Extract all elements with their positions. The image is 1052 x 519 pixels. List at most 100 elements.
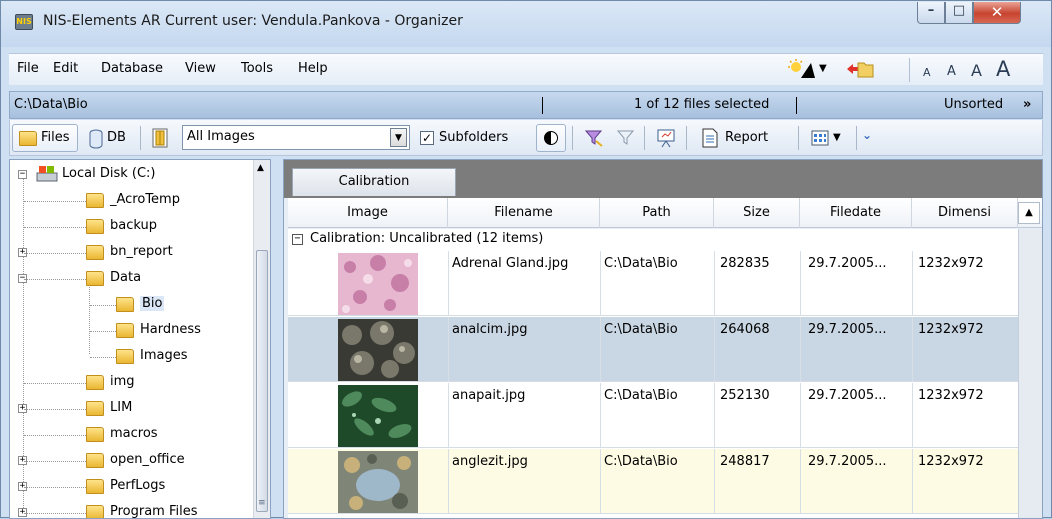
group-row[interactable]: − Calibration: Uncalibrated (12 items) [288, 229, 1018, 251]
view-mode-button[interactable]: ▼ [804, 124, 850, 152]
tree-item-img[interactable]: img [10, 372, 250, 394]
filedate-cell: 29.7.2005... [808, 454, 887, 469]
open-folder-arrow-icon[interactable] [845, 58, 874, 80]
scroll-up-icon[interactable]: ▲ [257, 163, 264, 173]
filter-select[interactable]: All Images ▼ [182, 125, 410, 150]
menu-file[interactable]: File [17, 61, 39, 76]
font-size-medium[interactable]: A [971, 61, 982, 80]
tree-item-bn-report[interactable]: + bn_report [10, 242, 250, 264]
folder-icon [86, 479, 104, 494]
menu-edit[interactable]: Edit [53, 61, 78, 76]
column-divider [600, 251, 601, 316]
report-button[interactable]: Report [694, 124, 790, 152]
file-row[interactable]: analcim.jpg C:\Data\Bio 264068 29.7.2005...… [288, 317, 1018, 382]
menu-view[interactable]: View [185, 61, 216, 76]
tree-item-label: Data [110, 270, 142, 285]
image-thumbnail[interactable] [338, 451, 418, 513]
file-grid: − Calibration: Uncalibrated (12 items) A… [288, 229, 1042, 518]
dimension-cell: 1232x972 [918, 256, 984, 271]
tree-item-label: open_office [110, 452, 185, 467]
db-tab-button[interactable]: DB [82, 124, 134, 152]
theme-dropdown-icon[interactable]: ▼ [819, 63, 827, 74]
columns-button[interactable] [146, 124, 174, 152]
tree-item-data[interactable]: − Data [10, 268, 250, 290]
tree-guide-line [24, 409, 86, 410]
column-header-path[interactable]: Path [600, 198, 714, 228]
tree-guide-line [24, 253, 86, 254]
column-divider [912, 251, 913, 316]
image-thumbnail[interactable] [338, 253, 418, 315]
scroll-thumb[interactable] [256, 250, 268, 512]
collapse-group-icon[interactable]: − [292, 234, 303, 245]
toolbar-expand-icon[interactable]: ⌄ [862, 128, 872, 142]
tree-item-label: macros [110, 426, 158, 441]
maximize-icon: □ [952, 3, 966, 18]
selection-status: 1 of 12 files selected [634, 97, 770, 112]
filename-cell: analcim.jpg [452, 322, 528, 337]
tree-item-perflogs[interactable]: + PerfLogs [10, 476, 250, 498]
filter-button[interactable] [578, 124, 608, 152]
tree-item-images[interactable]: Images [10, 346, 250, 368]
tree-item-backup[interactable]: backup [10, 216, 250, 238]
database-icon [89, 129, 103, 149]
dimension-cell: 1232x972 [918, 322, 984, 337]
scroll-up-icon[interactable]: ▲ [1018, 202, 1040, 224]
sort-status[interactable]: Unsorted [944, 97, 1003, 112]
pathbar-more-icon[interactable]: » [1023, 97, 1031, 112]
tree-guide-line [90, 357, 116, 358]
subfolders-toggle[interactable]: ✓ Subfolders [414, 124, 532, 152]
path-separator [542, 97, 543, 114]
files-tab-button[interactable]: Files [12, 124, 78, 152]
column-header-filename[interactable]: Filename [448, 198, 600, 228]
report-label: Report [725, 130, 769, 145]
minimize-button[interactable]: – [917, 2, 945, 24]
image-thumbnail[interactable] [338, 319, 418, 381]
column-header-image[interactable]: Image [288, 198, 448, 228]
filedate-cell: 29.7.2005... [808, 388, 887, 403]
tree-item-local-disk-c[interactable]: − Local Disk (C:) [10, 164, 250, 186]
column-header-size[interactable]: Size [714, 198, 800, 228]
font-size-large[interactable]: A [996, 57, 1010, 81]
menu-database[interactable]: Database [101, 61, 163, 76]
file-row[interactable]: Adrenal Gland.jpg C:\Data\Bio 282835 29.7.2… [288, 251, 1018, 316]
tree-item-lim[interactable]: + LIM [10, 398, 250, 420]
status-separator [796, 97, 797, 114]
folder-icon [86, 219, 104, 234]
menu-tools[interactable]: Tools [241, 61, 273, 76]
file-row[interactable]: anapait.jpg C:\Data\Bio 252130 29.7.2005...… [288, 383, 1018, 448]
vertical-scrollbar[interactable] [1018, 229, 1042, 518]
tree-item-hardness[interactable]: Hardness [10, 320, 250, 342]
tree-item-label: _AcroTemp [110, 192, 180, 207]
presentation-button[interactable] [650, 124, 680, 152]
tree-item-bio[interactable]: Bio [10, 294, 250, 316]
tree-item-label: PerfLogs [110, 478, 166, 493]
image-thumbnail[interactable] [338, 385, 418, 447]
tree-item-macros[interactable]: macros [10, 424, 250, 446]
tree-item-program-files[interactable]: + Program Files [10, 502, 250, 519]
clear-filter-button[interactable] [610, 124, 640, 152]
contrast-button[interactable] [536, 124, 566, 152]
column-header-filedate[interactable]: Filedate [800, 198, 912, 228]
close-button[interactable]: ✕ [973, 2, 1021, 24]
db-label: DB [107, 130, 126, 145]
menu-help[interactable]: Help [298, 61, 328, 76]
theme-toggle-icon[interactable] [787, 58, 815, 80]
tree-item-open-office[interactable]: + open_office [10, 450, 250, 472]
subfolders-label: Subfolders [439, 130, 509, 145]
subfolders-checkbox[interactable]: ✓ [420, 131, 434, 145]
chevron-down-icon[interactable]: ▼ [390, 128, 407, 147]
tree-item-label: Program Files [110, 504, 198, 519]
column-divider [912, 383, 913, 448]
tree-item-acrotemp[interactable]: _AcroTemp [10, 190, 250, 212]
font-size-smallest[interactable]: A [923, 66, 931, 79]
column-header-dimension[interactable]: Dimensi [912, 198, 1018, 228]
collapse-icon[interactable]: − [18, 170, 27, 179]
tree-scrollbar[interactable]: ▲ ≡ [253, 160, 270, 518]
maximize-button[interactable]: □ [945, 2, 973, 24]
title-bar[interactable]: NIS NIS-Elements AR Current user: Vendul… [1, 1, 1051, 47]
tree-item-label: Bio [140, 296, 165, 311]
file-row[interactable]: anglezit.jpg C:\Data\Bio 248817 29.7.2005..… [288, 449, 1018, 514]
folder-icon [116, 297, 134, 312]
group-by-calibration-button[interactable]: Calibration [292, 168, 456, 196]
font-size-small[interactable]: A [947, 64, 956, 79]
